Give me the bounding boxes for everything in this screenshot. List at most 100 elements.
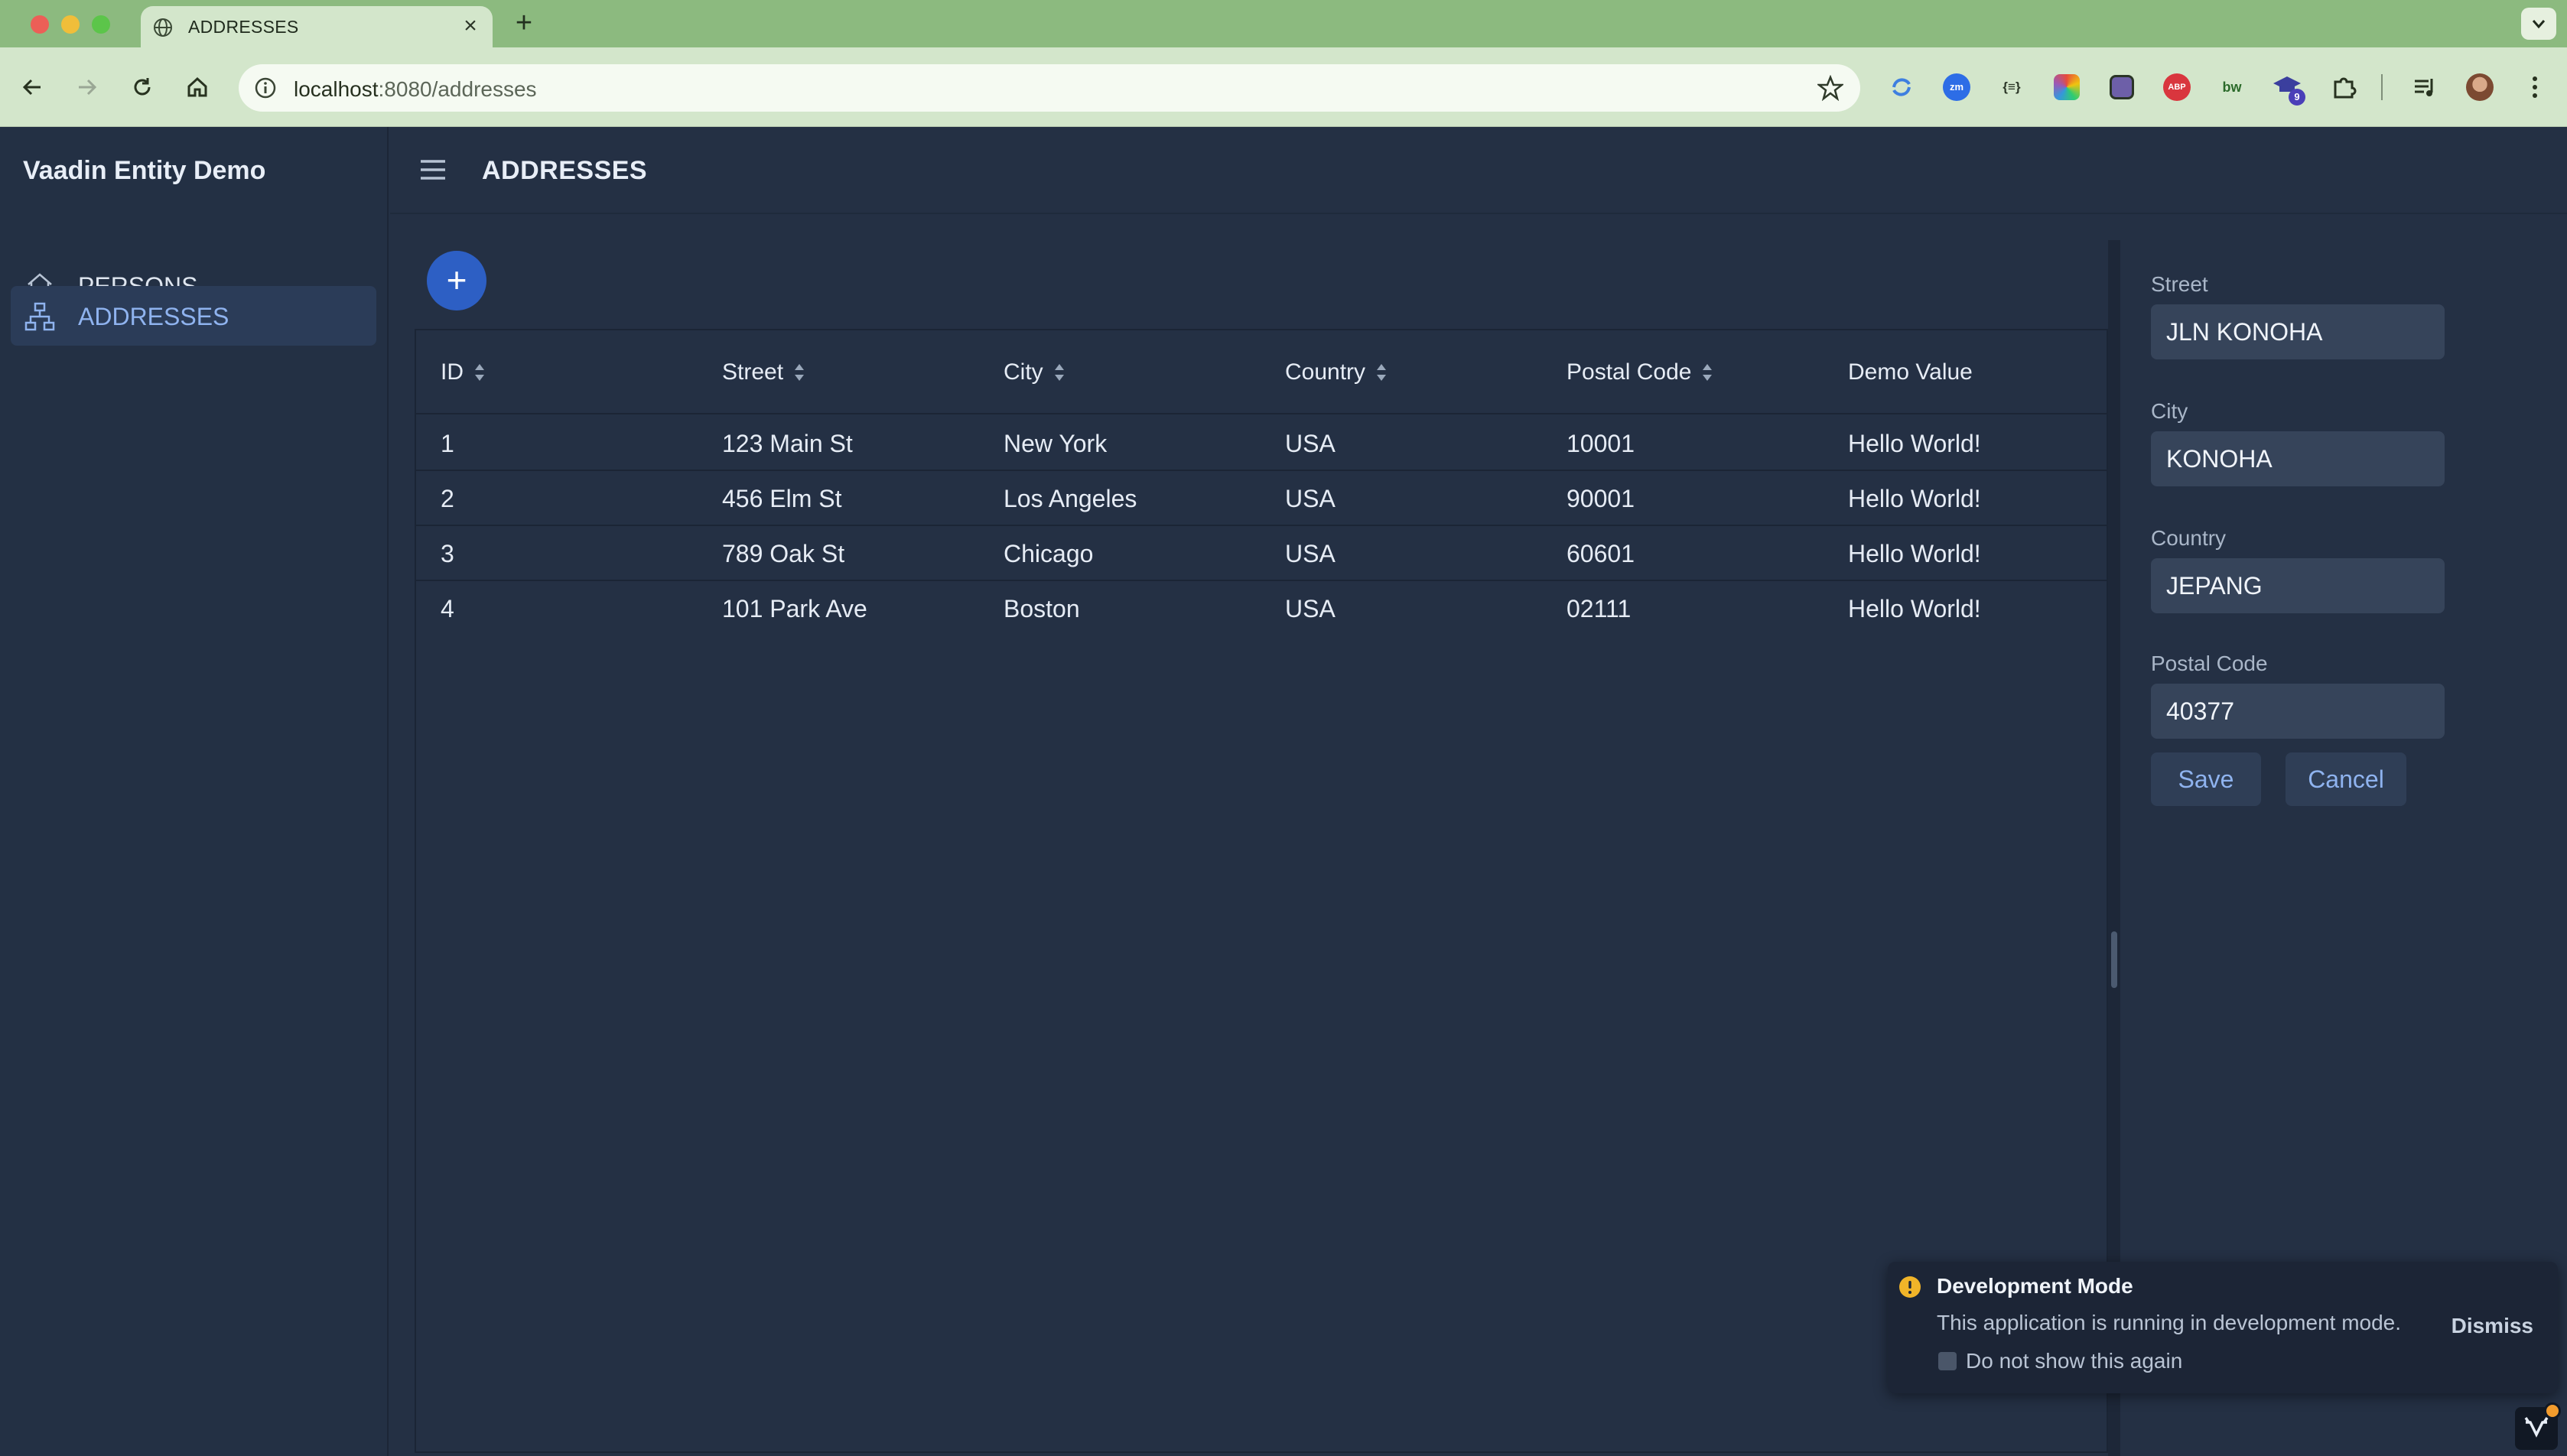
warning-icon (1899, 1276, 1921, 1298)
notification-message: This application is running in developme… (1937, 1311, 2402, 1334)
bw-extension-icon[interactable]: bw (2217, 72, 2247, 102)
back-button[interactable] (14, 69, 50, 106)
postal-code-label: Postal Code (2151, 652, 2268, 675)
app-brand: Vaadin Entity Demo (23, 156, 266, 185)
forward-button[interactable] (69, 69, 106, 106)
browser-tab[interactable]: ADDRESSES × (141, 6, 493, 47)
side-drawer: Vaadin Entity Demo PERSONS ADDRESSES (0, 127, 389, 1456)
json-extension-icon[interactable]: {≡} (1996, 72, 2027, 102)
dev-tools-button[interactable] (2515, 1402, 2561, 1450)
sync-extension-icon[interactable] (1886, 72, 1917, 102)
add-address-button[interactable]: + (427, 251, 486, 310)
arrow-right-icon (79, 79, 97, 96)
table-row[interactable]: 3 789 Oak St Chicago USA 60601 Hello Wor… (416, 526, 2107, 581)
cell-demo-value: Hello World! (1848, 485, 1981, 512)
table-row[interactable]: 4 101 Park Ave Boston USA 02111 Hello Wo… (416, 581, 2107, 636)
globe-icon (154, 18, 172, 37)
cell-country: USA (1285, 430, 1336, 457)
splitter-handle[interactable] (2111, 931, 2117, 988)
save-button[interactable]: Save (2151, 752, 2261, 806)
tab-title: ADDRESSES (188, 17, 299, 37)
cell-demo-value: Hello World! (1848, 430, 1981, 457)
browser-menu-icon[interactable] (2520, 72, 2550, 102)
street-label: Street (2151, 272, 2208, 296)
cell-country: USA (1285, 540, 1336, 567)
cell-city: Los Angeles (1004, 485, 1137, 512)
cell-id: 2 (441, 485, 454, 512)
do-not-show-checkbox[interactable] (1938, 1352, 1957, 1370)
cell-street: 101 Park Ave (722, 595, 867, 622)
zoom-extension-icon[interactable]: zm (1941, 72, 1972, 102)
sitemap-icon (24, 302, 55, 331)
country-label: Country (2151, 526, 2227, 550)
cell-country: USA (1285, 485, 1336, 512)
maximize-window-button[interactable] (92, 15, 110, 34)
tab-close-icon[interactable]: × (457, 14, 483, 40)
new-tab-button[interactable]: + (508, 8, 540, 40)
notification-title: Development Mode (1937, 1274, 2133, 1298)
cell-country: USA (1285, 595, 1336, 622)
country-field[interactable]: JEPANG (2151, 558, 2445, 613)
chevron-down-icon (2532, 20, 2546, 29)
home-button[interactable] (179, 69, 216, 106)
cell-demo-value: Hello World! (1848, 595, 1981, 622)
adblock-extension-icon[interactable]: ABP (2162, 72, 2192, 102)
cancel-button[interactable]: Cancel (2286, 752, 2406, 806)
sort-icon[interactable] (1700, 361, 1714, 384)
cell-city: Chicago (1004, 540, 1094, 567)
bookmark-star-icon[interactable] (1817, 75, 1843, 101)
minimize-window-button[interactable] (61, 15, 80, 34)
street-field[interactable]: JLN KONOHA (2151, 304, 2445, 359)
cell-street: 456 Elm St (722, 485, 842, 512)
color-picker-extension-icon[interactable] (2051, 72, 2082, 102)
extensions-puzzle-icon[interactable] (2328, 72, 2359, 102)
dev-tools-indicator (2544, 1402, 2561, 1419)
city-field[interactable]: KONOHA (2151, 431, 2445, 486)
hamburger-menu-icon[interactable] (418, 154, 448, 185)
dismiss-button[interactable]: Dismiss (2452, 1314, 2533, 1338)
cell-id: 1 (441, 430, 454, 457)
browser-titlebar: ADDRESSES × + (0, 0, 2567, 47)
cell-postal-code: 90001 (1567, 485, 1635, 512)
app-header: ADDRESSES (390, 127, 2567, 214)
reload-button[interactable] (124, 69, 161, 106)
page-title: ADDRESSES (482, 156, 648, 185)
media-controls-icon[interactable] (2409, 72, 2440, 102)
address-bar[interactable]: localhost:8080/addresses (239, 64, 1860, 112)
table-row[interactable]: 1 123 Main St New York USA 10001 Hello W… (416, 416, 2107, 471)
table-row[interactable]: 2 456 Elm St Los Angeles USA 90001 Hello… (416, 471, 2107, 526)
column-header-postal-code[interactable]: Postal Code (1567, 359, 1714, 385)
addresses-grid: ID Street City Country Postal Code Demo … (415, 329, 2108, 1453)
city-label: City (2151, 399, 2188, 423)
sort-icon[interactable] (1053, 361, 1066, 384)
column-header-id[interactable]: ID (441, 359, 486, 385)
cell-id: 4 (441, 595, 454, 622)
column-header-demo-value: Demo Value (1848, 359, 1973, 385)
column-header-city[interactable]: City (1004, 359, 1066, 385)
column-header-street[interactable]: Street (722, 359, 806, 385)
cell-demo-value: Hello World! (1848, 540, 1981, 567)
profile-extension-icon[interactable] (2107, 72, 2137, 102)
cell-street: 123 Main St (722, 430, 853, 457)
info-icon[interactable] (254, 76, 277, 99)
close-window-button[interactable] (31, 15, 49, 34)
development-mode-notification: Development Mode This application is run… (1888, 1262, 2558, 1393)
postal-code-field[interactable]: 40377 (2151, 684, 2445, 739)
sort-icon[interactable] (792, 361, 806, 384)
app-layout: Vaadin Entity Demo PERSONS ADDRESSES ADD… (0, 127, 2567, 1456)
profile-avatar[interactable] (2465, 72, 2495, 102)
browser-toolbar: localhost:8080/addresses zm {≡} ABP bw 9 (0, 47, 2567, 127)
extension-badge: 9 (2289, 89, 2305, 106)
cell-id: 3 (441, 540, 454, 567)
sort-icon[interactable] (473, 361, 486, 384)
graduation-cap-extension-icon[interactable]: 9 (2272, 72, 2305, 106)
nav-item-label: ADDRESSES (78, 303, 229, 330)
sort-icon[interactable] (1375, 361, 1388, 384)
tab-search-button[interactable] (2521, 8, 2556, 40)
column-header-country[interactable]: Country (1285, 359, 1388, 385)
nav-item-addresses[interactable]: ADDRESSES (11, 286, 376, 346)
url-text: localhost:8080/addresses (294, 77, 537, 101)
cell-postal-code: 60601 (1567, 540, 1635, 567)
do-not-show-label[interactable]: Do not show this again (1966, 1349, 2182, 1373)
cell-city: New York (1004, 430, 1108, 457)
